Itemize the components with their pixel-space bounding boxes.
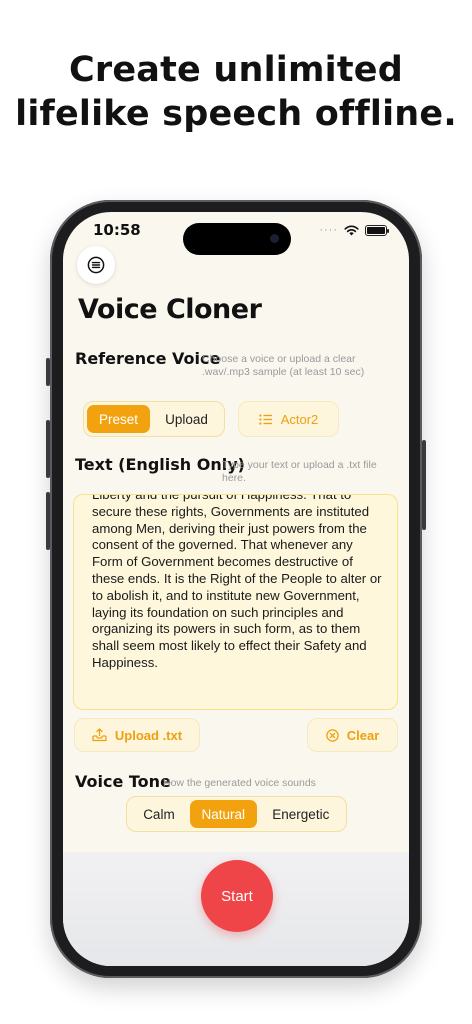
tone-option-calm[interactable]: Calm: [130, 800, 188, 828]
tone-option-energetic[interactable]: Energetic: [259, 800, 343, 828]
power-button: [422, 440, 426, 530]
text-input-value: Liberty and the pursuit of Happiness. Th…: [92, 494, 382, 670]
clear-circle-icon: [325, 728, 339, 742]
upload-txt-button[interactable]: Upload .txt: [74, 718, 200, 752]
text-input-hint: Type your text or upload a .txt file her…: [222, 459, 377, 484]
volume-up-button: [46, 420, 50, 478]
signal-dots: ····: [319, 224, 338, 236]
headline-line-2: lifelike speech offline.: [15, 94, 457, 134]
action-button: [46, 358, 50, 386]
voice-tone-hint: How the generated voice sounds: [163, 777, 316, 789]
selected-voice: Actor2: [280, 411, 319, 427]
volume-down-button: [46, 492, 50, 550]
menu-button[interactable]: [77, 246, 115, 284]
text-input-label: Text (English Only): [75, 455, 245, 474]
battery-icon: [365, 224, 389, 236]
dynamic-island: [183, 223, 291, 255]
headline: Create unlimited lifelike speech offline…: [0, 48, 472, 136]
voice-tone-label: Voice Tone: [75, 772, 171, 791]
headline-line-1: Create unlimited: [69, 50, 403, 90]
clear-label: Clear: [346, 727, 380, 743]
source-option-preset[interactable]: Preset: [87, 405, 151, 433]
reference-voice-label: Reference Voice: [75, 349, 221, 368]
tone-option-natural[interactable]: Natural: [189, 800, 257, 828]
app-screen: 10:58 ···· Voice Cloner Reference Voice …: [63, 212, 409, 966]
source-option-upload[interactable]: Upload: [152, 405, 221, 433]
clear-button[interactable]: Clear: [307, 718, 398, 752]
text-input-area[interactable]: Liberty and the pursuit of Happiness. Th…: [73, 494, 398, 710]
voice-tone-segmented: Calm Natural Energetic: [126, 796, 347, 832]
upload-txt-label: Upload .txt: [114, 727, 183, 743]
start-button[interactable]: Start: [201, 860, 273, 932]
wifi-icon: [344, 225, 359, 235]
reference-voice-hint: Choose a voice or upload a clear .wav/.m…: [202, 353, 365, 378]
status-icons: ····: [319, 224, 389, 236]
voice-picker-button[interactable]: Actor2: [238, 401, 339, 437]
list-icon: [259, 413, 272, 425]
tray-upload-icon: [92, 728, 107, 742]
voice-source-segmented: Preset Upload: [83, 401, 225, 437]
camera-icon: [270, 234, 279, 243]
page-title: Voice Cloner: [78, 294, 262, 325]
menu-icon: [87, 256, 105, 274]
status-time: 10:58: [93, 221, 141, 239]
